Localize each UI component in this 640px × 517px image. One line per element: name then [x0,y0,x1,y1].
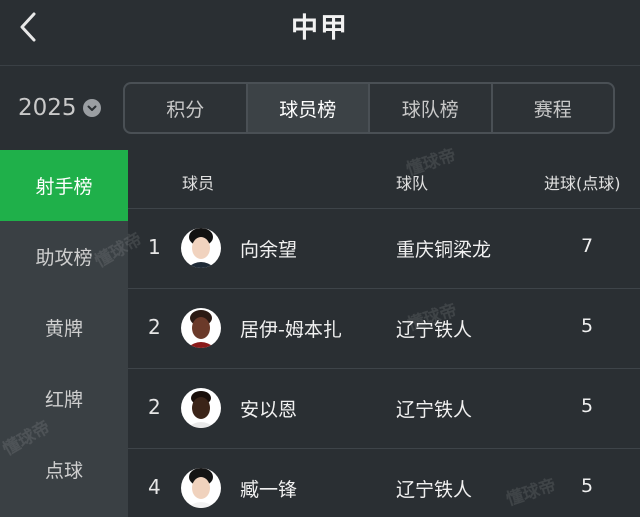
table-row[interactable]: 2 居伊-姆本扎 辽宁铁人 5 [128,288,640,368]
player-avatar [181,388,221,428]
sidebar-item-red-cards[interactable]: 红牌 [0,363,128,434]
goals-count: 5 [580,395,594,417]
sidebar-item-penalties[interactable]: 点球 [0,434,128,505]
table-row[interactable]: 2 安以恩 辽宁铁人 5 [128,368,640,448]
category-tabs: 积分 球员榜 球队榜 赛程 [123,82,615,134]
table-header: 球员 球队 进球(点球) [128,150,640,208]
goals-count: 7 [580,235,594,257]
rank-number: 2 [148,315,161,339]
player-name: 居伊-姆本扎 [240,319,342,341]
stat-category-sidebar: 射手榜 助攻榜 黄牌 红牌 点球 [0,150,128,517]
column-header-team: 球队 [396,174,429,193]
team-name: 重庆铜梁龙 [396,239,492,261]
rank-number: 1 [148,235,161,259]
goals-count: 5 [580,475,594,497]
sidebar-item-yellow-cards[interactable]: 黄牌 [0,292,128,363]
goals-count: 5 [580,315,594,337]
rank-number: 4 [148,475,161,499]
sidebar-item-assists[interactable]: 助攻榜 [0,221,128,292]
season-value: 2025 [18,95,77,121]
player-name: 安以恩 [240,399,298,421]
sidebar-item-top-scorers[interactable]: 射手榜 [0,150,128,221]
tab-team-rankings[interactable]: 球队榜 [370,84,493,132]
toolbar: 2025 积分 球员榜 球队榜 赛程 [0,66,640,150]
player-name: 向余望 [240,239,298,261]
tab-player-rankings[interactable]: 球员榜 [247,84,370,132]
rank-number: 2 [148,395,161,419]
column-header-goals: 进球(点球) [544,174,621,193]
tab-schedule[interactable]: 赛程 [493,84,614,132]
player-name: 臧一锋 [240,479,298,501]
chevron-down-icon [82,99,101,117]
page-title: 中甲 [291,13,349,44]
team-name: 辽宁铁人 [396,399,473,421]
team-name: 辽宁铁人 [396,479,473,501]
team-name: 辽宁铁人 [396,319,473,341]
player-avatar [181,308,221,348]
tab-standings[interactable]: 积分 [125,84,248,132]
player-avatar [181,468,221,508]
app-header: 中甲 [0,0,640,66]
table-row[interactable]: 1 向余望 重庆铜梁龙 7 [128,208,640,288]
column-header-player: 球员 [182,174,215,193]
season-selector[interactable]: 2025 [18,92,101,124]
scorers-table: 球员 球队 进球(点球) 1 向余望 重庆铜梁龙 7 2 居伊-姆本扎 辽宁铁人… [128,150,640,517]
table-row[interactable]: 4 臧一锋 辽宁铁人 5 [128,448,640,517]
player-avatar [181,228,221,268]
